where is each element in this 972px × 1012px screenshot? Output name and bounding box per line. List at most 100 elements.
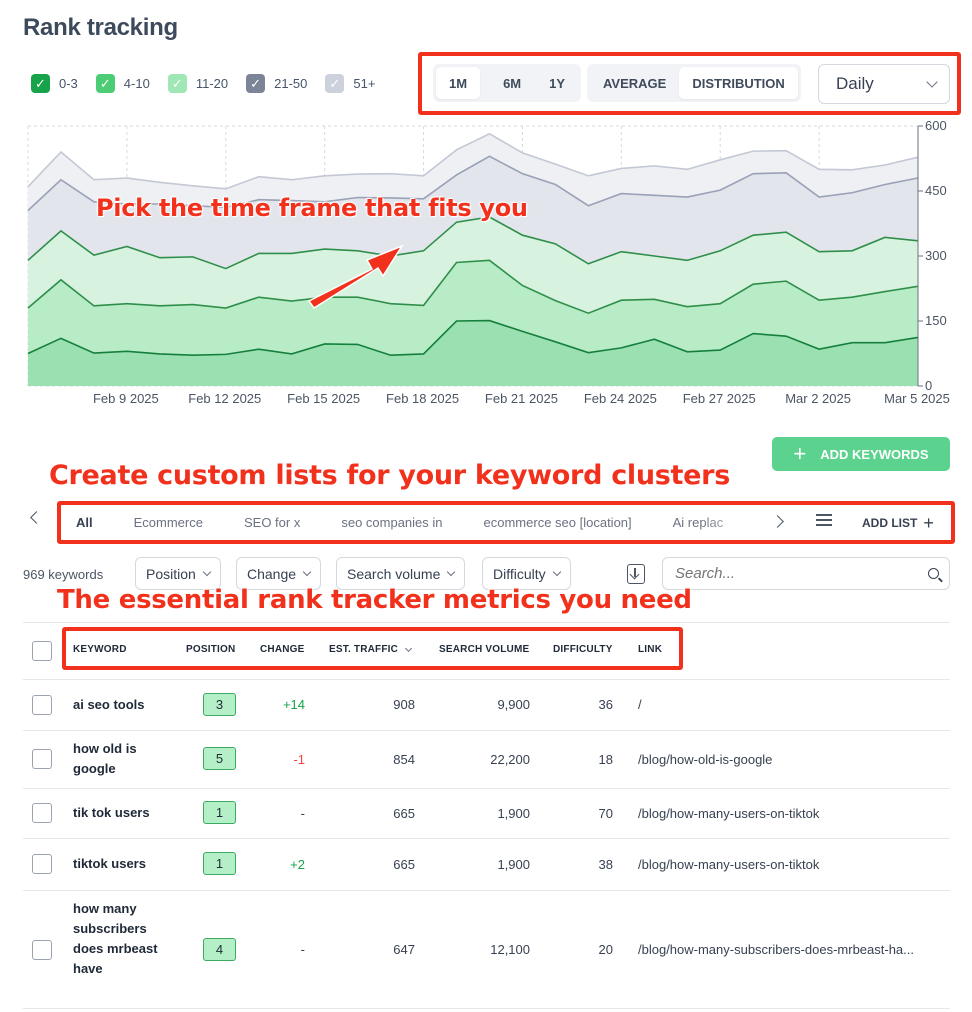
- add-keywords-label: ADD KEYWORDS: [820, 446, 929, 462]
- chevron-left-icon[interactable]: [30, 511, 43, 524]
- row-change: +2: [290, 857, 305, 872]
- chevron-down-icon: [447, 567, 456, 577]
- y-tick-label: 0: [925, 378, 932, 393]
- row-volume: 22,200: [490, 752, 530, 767]
- row-checkbox[interactable]: [32, 854, 52, 874]
- legend-label: 21-50: [274, 76, 308, 91]
- row-checkbox[interactable]: [32, 940, 52, 960]
- filter-label: Difficulty: [493, 565, 546, 582]
- annotation-time-frame: Pick the time frame that fits you: [96, 194, 528, 222]
- x-tick-label: Feb 18 2025: [386, 391, 459, 406]
- divider: [23, 1008, 950, 1009]
- row-volume: 1,900: [497, 857, 530, 872]
- row-traffic: 908: [393, 697, 415, 712]
- row-link[interactable]: /blog/how-many-users-on-tiktok: [638, 806, 819, 821]
- highlight-box-lists: [57, 501, 955, 544]
- y-tick-label: 600: [925, 118, 947, 133]
- row-change: -: [300, 806, 305, 821]
- row-difficulty: 18: [598, 752, 613, 767]
- row-link[interactable]: /blog/how-many-subscribers-does-mrbeast-…: [638, 942, 914, 957]
- rank-distribution-chart: Feb 9 2025 Feb 12 2025 Feb 15 2025 Feb 18 2…: [27, 118, 950, 406]
- row-difficulty: 70: [598, 806, 613, 821]
- legend-item-51-plus[interactable]: ✓ 51+: [325, 74, 375, 93]
- row-link[interactable]: /blog/how-old-is-google: [638, 752, 772, 767]
- row-keyword[interactable]: how old is google: [73, 739, 163, 779]
- row-keyword[interactable]: how many subscribers does mrbeast have: [73, 899, 163, 979]
- select-all-checkbox[interactable]: [32, 641, 52, 661]
- legend-label: 0-3: [59, 76, 78, 91]
- legend-item-4-10[interactable]: ✓ 4-10: [95, 74, 150, 93]
- y-tick-label: 450: [925, 183, 947, 198]
- plus-icon: +: [793, 441, 807, 466]
- legend-item-21-50[interactable]: ✓ 21-50: [246, 74, 307, 93]
- row-difficulty: 36: [598, 697, 613, 712]
- filter-label: Change: [247, 565, 297, 582]
- row-checkbox[interactable]: [32, 749, 52, 769]
- legend-label: 51+: [353, 76, 376, 91]
- divider: [23, 890, 950, 891]
- search-box: [662, 557, 950, 590]
- row-traffic: 665: [393, 857, 415, 872]
- highlight-box-metrics: [62, 627, 683, 670]
- x-tick-label: Feb 24 2025: [584, 391, 657, 406]
- row-change: -: [300, 942, 305, 957]
- row-traffic: 665: [393, 806, 415, 821]
- row-keyword[interactable]: tik tok users: [73, 803, 173, 823]
- position-badge: 1: [203, 801, 236, 824]
- y-tick-label: 300: [925, 248, 947, 263]
- x-tick-label: Feb 15 2025: [287, 391, 360, 406]
- highlight-box-controls: [418, 52, 961, 115]
- annotation-custom-lists: Create custom lists for your keyword clu…: [49, 460, 730, 491]
- x-tick-label: Mar 2 2025: [785, 391, 851, 406]
- search-input[interactable]: [675, 565, 915, 582]
- row-checkbox[interactable]: [32, 695, 52, 715]
- legend-item-11-20[interactable]: ✓ 11-20: [167, 74, 228, 93]
- x-tick-label: Feb 21 2025: [485, 391, 558, 406]
- legend-label: 4-10: [123, 76, 150, 91]
- search-icon[interactable]: [928, 568, 939, 579]
- filter-label: Position: [146, 565, 196, 582]
- y-tick-label: 150: [925, 313, 947, 328]
- row-keyword[interactable]: ai seo tools: [73, 695, 173, 715]
- chart-y-axis: 0 150 300 450 600: [917, 118, 947, 393]
- chart-legend: ✓ 0-3 ✓ 4-10 ✓ 11-20 ✓ 21-50 ✓ 51+: [31, 74, 393, 93]
- divider: [23, 838, 950, 839]
- divider: [23, 679, 950, 680]
- annotation-metrics: The essential rank tracker metrics you n…: [57, 585, 692, 615]
- row-difficulty: 38: [598, 857, 613, 872]
- row-traffic: 854: [393, 752, 415, 767]
- row-volume: 1,900: [497, 806, 530, 821]
- x-tick-label: Feb 9 2025: [93, 391, 159, 406]
- divider: [23, 622, 950, 623]
- row-difficulty: 20: [598, 942, 613, 957]
- checkbox-icon[interactable]: ✓: [95, 74, 115, 93]
- checkbox-icon[interactable]: ✓: [246, 74, 266, 93]
- divider: [23, 788, 950, 789]
- row-change: +14: [282, 697, 305, 712]
- add-keywords-button[interactable]: + ADD KEYWORDS: [772, 437, 950, 471]
- download-icon[interactable]: [627, 564, 645, 584]
- row-volume: 9,900: [497, 697, 530, 712]
- keyword-count: 969 keywords: [23, 567, 104, 582]
- x-tick-label: Mar 5 2025: [884, 391, 950, 406]
- row-link[interactable]: /blog/how-many-users-on-tiktok: [638, 857, 819, 872]
- checkbox-icon[interactable]: ✓: [325, 74, 345, 93]
- row-checkbox[interactable]: [32, 803, 52, 823]
- position-badge: 4: [203, 938, 236, 961]
- position-badge: 3: [203, 693, 236, 716]
- position-badge: 5: [203, 747, 236, 770]
- checkbox-icon[interactable]: ✓: [31, 74, 50, 93]
- row-link[interactable]: /: [638, 697, 642, 712]
- row-keyword[interactable]: tiktok users: [73, 854, 173, 874]
- x-tick-label: Feb 27 2025: [683, 391, 756, 406]
- row-traffic: 647: [393, 942, 415, 957]
- checkbox-icon[interactable]: ✓: [167, 74, 187, 93]
- page-title: Rank tracking: [23, 14, 178, 41]
- row-volume: 12,100: [490, 942, 530, 957]
- x-tick-label: Feb 12 2025: [188, 391, 261, 406]
- legend-item-0-3[interactable]: ✓ 0-3: [31, 74, 78, 93]
- filter-label: Search volume: [347, 565, 441, 582]
- chart-x-axis: Feb 9 2025 Feb 12 2025 Feb 15 2025 Feb 18 2…: [93, 391, 950, 406]
- row-change: -1: [293, 752, 305, 767]
- chevron-down-icon: [302, 567, 312, 577]
